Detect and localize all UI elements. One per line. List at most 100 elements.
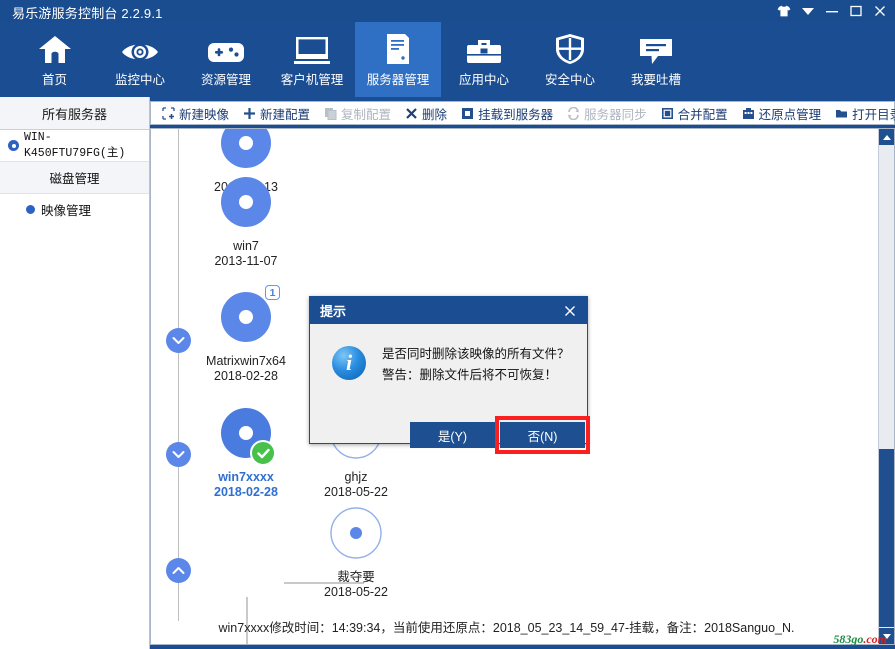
dialog-yes-button[interactable]: 是(Y) bbox=[410, 422, 495, 448]
watermark-part1: 583go bbox=[833, 632, 864, 646]
watermark-part2: .com bbox=[863, 632, 887, 646]
confirm-dialog: 提示 i 是否同时删除该映像的所有文件？ 警告：删除文件后将不可恢复！ 是(Y)… bbox=[309, 296, 590, 454]
nav-item-servers[interactable]: 服务器管理 bbox=[355, 22, 441, 97]
info-icon-glyph: i bbox=[345, 350, 353, 375]
toolbar-label: 合并配置 bbox=[677, 107, 728, 122]
dialog-title-bar: 提示 bbox=[310, 297, 587, 324]
scroll-up-button[interactable] bbox=[879, 129, 894, 145]
toolbar-label: 复制配置 bbox=[341, 107, 392, 122]
nav-label-clients: 客户机管理 bbox=[280, 73, 344, 87]
tree-node-label: 裁夺要 bbox=[337, 570, 375, 584]
gamepad-icon bbox=[207, 31, 245, 65]
folder-icon bbox=[835, 107, 848, 120]
sidebar-header: 所有服务器 bbox=[0, 97, 149, 130]
toolbar-copy-config-button[interactable]: 复制配置 bbox=[317, 103, 398, 123]
scrollbar-thumb[interactable] bbox=[879, 449, 894, 627]
tree-node-date: 2018-02-28 bbox=[214, 485, 278, 499]
application-window: 易乐游服务控制台 2.2.9.1 首页 监控中心 资源管理 客户机管理 服务器管… bbox=[0, 0, 895, 649]
main-navigation: 首页 监控中心 资源管理 客户机管理 服务器管理 应用中心 安全中心 我要吐槽 bbox=[0, 22, 895, 97]
disc-icon bbox=[330, 507, 382, 564]
window-controls bbox=[773, 0, 891, 22]
watermark: 583go.com bbox=[833, 632, 887, 647]
sidebar-item-image-management[interactable]: 映像管理 bbox=[0, 194, 149, 226]
bullet-icon bbox=[26, 205, 35, 214]
nav-label-security: 安全中心 bbox=[544, 73, 595, 87]
nav-item-resources[interactable]: 资源管理 bbox=[183, 22, 269, 97]
toolbar-server-sync-button[interactable]: 服务器同步 bbox=[560, 103, 654, 123]
sidebar: 所有服务器 WIN-K450FTU79FG(主) 磁盘管理 映像管理 bbox=[0, 97, 150, 649]
sync-icon bbox=[567, 106, 580, 120]
speech-bubble-icon bbox=[638, 31, 674, 65]
toolbar-new-image-button[interactable]: 新建映像 bbox=[155, 103, 236, 123]
tree-node-label: win7xxxx bbox=[218, 470, 274, 484]
highlight-annotation-box bbox=[495, 416, 590, 454]
maximize-icon[interactable] bbox=[845, 0, 867, 22]
skin-icon[interactable] bbox=[773, 0, 795, 22]
disc-icon bbox=[220, 176, 272, 233]
selection-indicator bbox=[0, 194, 3, 225]
plus-icon bbox=[243, 107, 256, 120]
disc-icon: 1 bbox=[220, 285, 280, 348]
nav-label-servers: 服务器管理 bbox=[366, 73, 430, 87]
toolbar-open-folder-button[interactable]: 打开目录 bbox=[828, 103, 895, 123]
delete-x-icon bbox=[405, 107, 418, 120]
home-icon bbox=[38, 31, 72, 65]
minimize-icon[interactable] bbox=[821, 0, 843, 22]
tree-node-label: Matrixwin7x64 bbox=[206, 354, 286, 368]
toolbar-label: 新建配置 bbox=[260, 107, 311, 122]
toolbar-merge-config-button[interactable]: 合并配置 bbox=[654, 103, 735, 123]
toggle-expand-3[interactable] bbox=[166, 558, 191, 583]
server-icon bbox=[384, 31, 412, 65]
toolbar-delete-button[interactable]: 删除 bbox=[398, 103, 454, 123]
tree-node-caiduoyao[interactable]: 裁夺要 2018-05-22 bbox=[296, 507, 416, 600]
toolbar-restore-point-button[interactable]: 还原点管理 bbox=[735, 103, 829, 123]
toolbar-label: 还原点管理 bbox=[758, 107, 822, 122]
tree-node-win7[interactable]: win7 2013-11-07 bbox=[186, 176, 306, 269]
tree-node-label: win7 bbox=[233, 239, 259, 253]
app-title: 易乐游服务控制台 2.2.9.1 bbox=[12, 6, 163, 21]
nav-item-home[interactable]: 首页 bbox=[17, 22, 92, 97]
shield-icon bbox=[555, 31, 585, 65]
nav-label-apps: 应用中心 bbox=[458, 73, 509, 87]
tree-node-date: 2018-05-22 bbox=[324, 485, 388, 499]
nav-item-monitoring[interactable]: 监控中心 bbox=[97, 22, 183, 97]
toolbar-mount-button[interactable]: 挂载到服务器 bbox=[454, 103, 560, 123]
nav-item-clients[interactable]: 客户机管理 bbox=[269, 22, 355, 97]
toolbar-new-config-button[interactable]: 新建配置 bbox=[236, 103, 317, 123]
dialog-title: 提示 bbox=[320, 304, 347, 319]
sidebar-empty-area bbox=[0, 223, 149, 649]
vertical-scrollbar[interactable] bbox=[878, 129, 894, 644]
title-bar: 易乐游服务控制台 2.2.9.1 bbox=[0, 0, 895, 22]
toolbar-label: 新建映像 bbox=[179, 107, 230, 122]
tree-node-date: 2018-02-28 bbox=[214, 369, 278, 383]
tree-node-badge: 1 bbox=[265, 285, 280, 300]
restore-point-icon bbox=[742, 107, 755, 120]
close-icon[interactable] bbox=[869, 0, 891, 22]
sidebar-item-server[interactable]: WIN-K450FTU79FG(主) bbox=[0, 130, 149, 162]
dialog-close-icon[interactable] bbox=[559, 300, 581, 322]
toolbar-label: 服务器同步 bbox=[584, 107, 647, 122]
action-toolbar: 新建映像 新建配置 复制配置 删除 挂载到服务器 服务器同步 合并配置 还原点管… bbox=[150, 101, 895, 125]
merge-icon bbox=[661, 107, 674, 120]
dialog-body: i 是否同时删除该映像的所有文件？ 警告：删除文件后将不可恢复！ 是(Y) 否(… bbox=[310, 324, 590, 454]
info-icon: i bbox=[332, 346, 366, 380]
nav-label-monitoring: 监控中心 bbox=[114, 73, 165, 87]
tree-node-date: 2018-05-22 bbox=[324, 585, 388, 599]
nav-item-security[interactable]: 安全中心 bbox=[527, 22, 613, 97]
eye-icon bbox=[120, 31, 160, 65]
status-text: win7xxxx修改时间：14:39:34，当前使用还原点：2018_05_23… bbox=[218, 621, 795, 635]
tree-node-date: 2013-11-07 bbox=[214, 254, 278, 268]
tree-node-win7xxxx[interactable]: win7xxxx 2018-02-28 bbox=[186, 407, 306, 500]
nav-item-feedback[interactable]: 我要吐槽 bbox=[613, 22, 699, 97]
toolbar-label: 删除 bbox=[422, 107, 448, 122]
sidebar-group-disk: 磁盘管理 bbox=[0, 162, 149, 194]
toolbar-label: 打开目录 bbox=[852, 107, 895, 122]
dialog-message: 是否同时删除该映像的所有文件？ 警告：删除文件后将不可恢复！ bbox=[382, 344, 570, 386]
tree-trunk-line bbox=[178, 129, 179, 621]
monitor-icon bbox=[293, 31, 331, 65]
tree-node-matrixwin7x64[interactable]: 1 Matrixwin7x64 2018-02-28 bbox=[186, 285, 306, 384]
nav-item-apps[interactable]: 应用中心 bbox=[441, 22, 527, 97]
menu-dropdown-icon[interactable] bbox=[797, 0, 819, 22]
dialog-message-line2: 警告：删除文件后将不可恢复！ bbox=[382, 368, 558, 382]
mounted-check-icon bbox=[250, 440, 276, 466]
